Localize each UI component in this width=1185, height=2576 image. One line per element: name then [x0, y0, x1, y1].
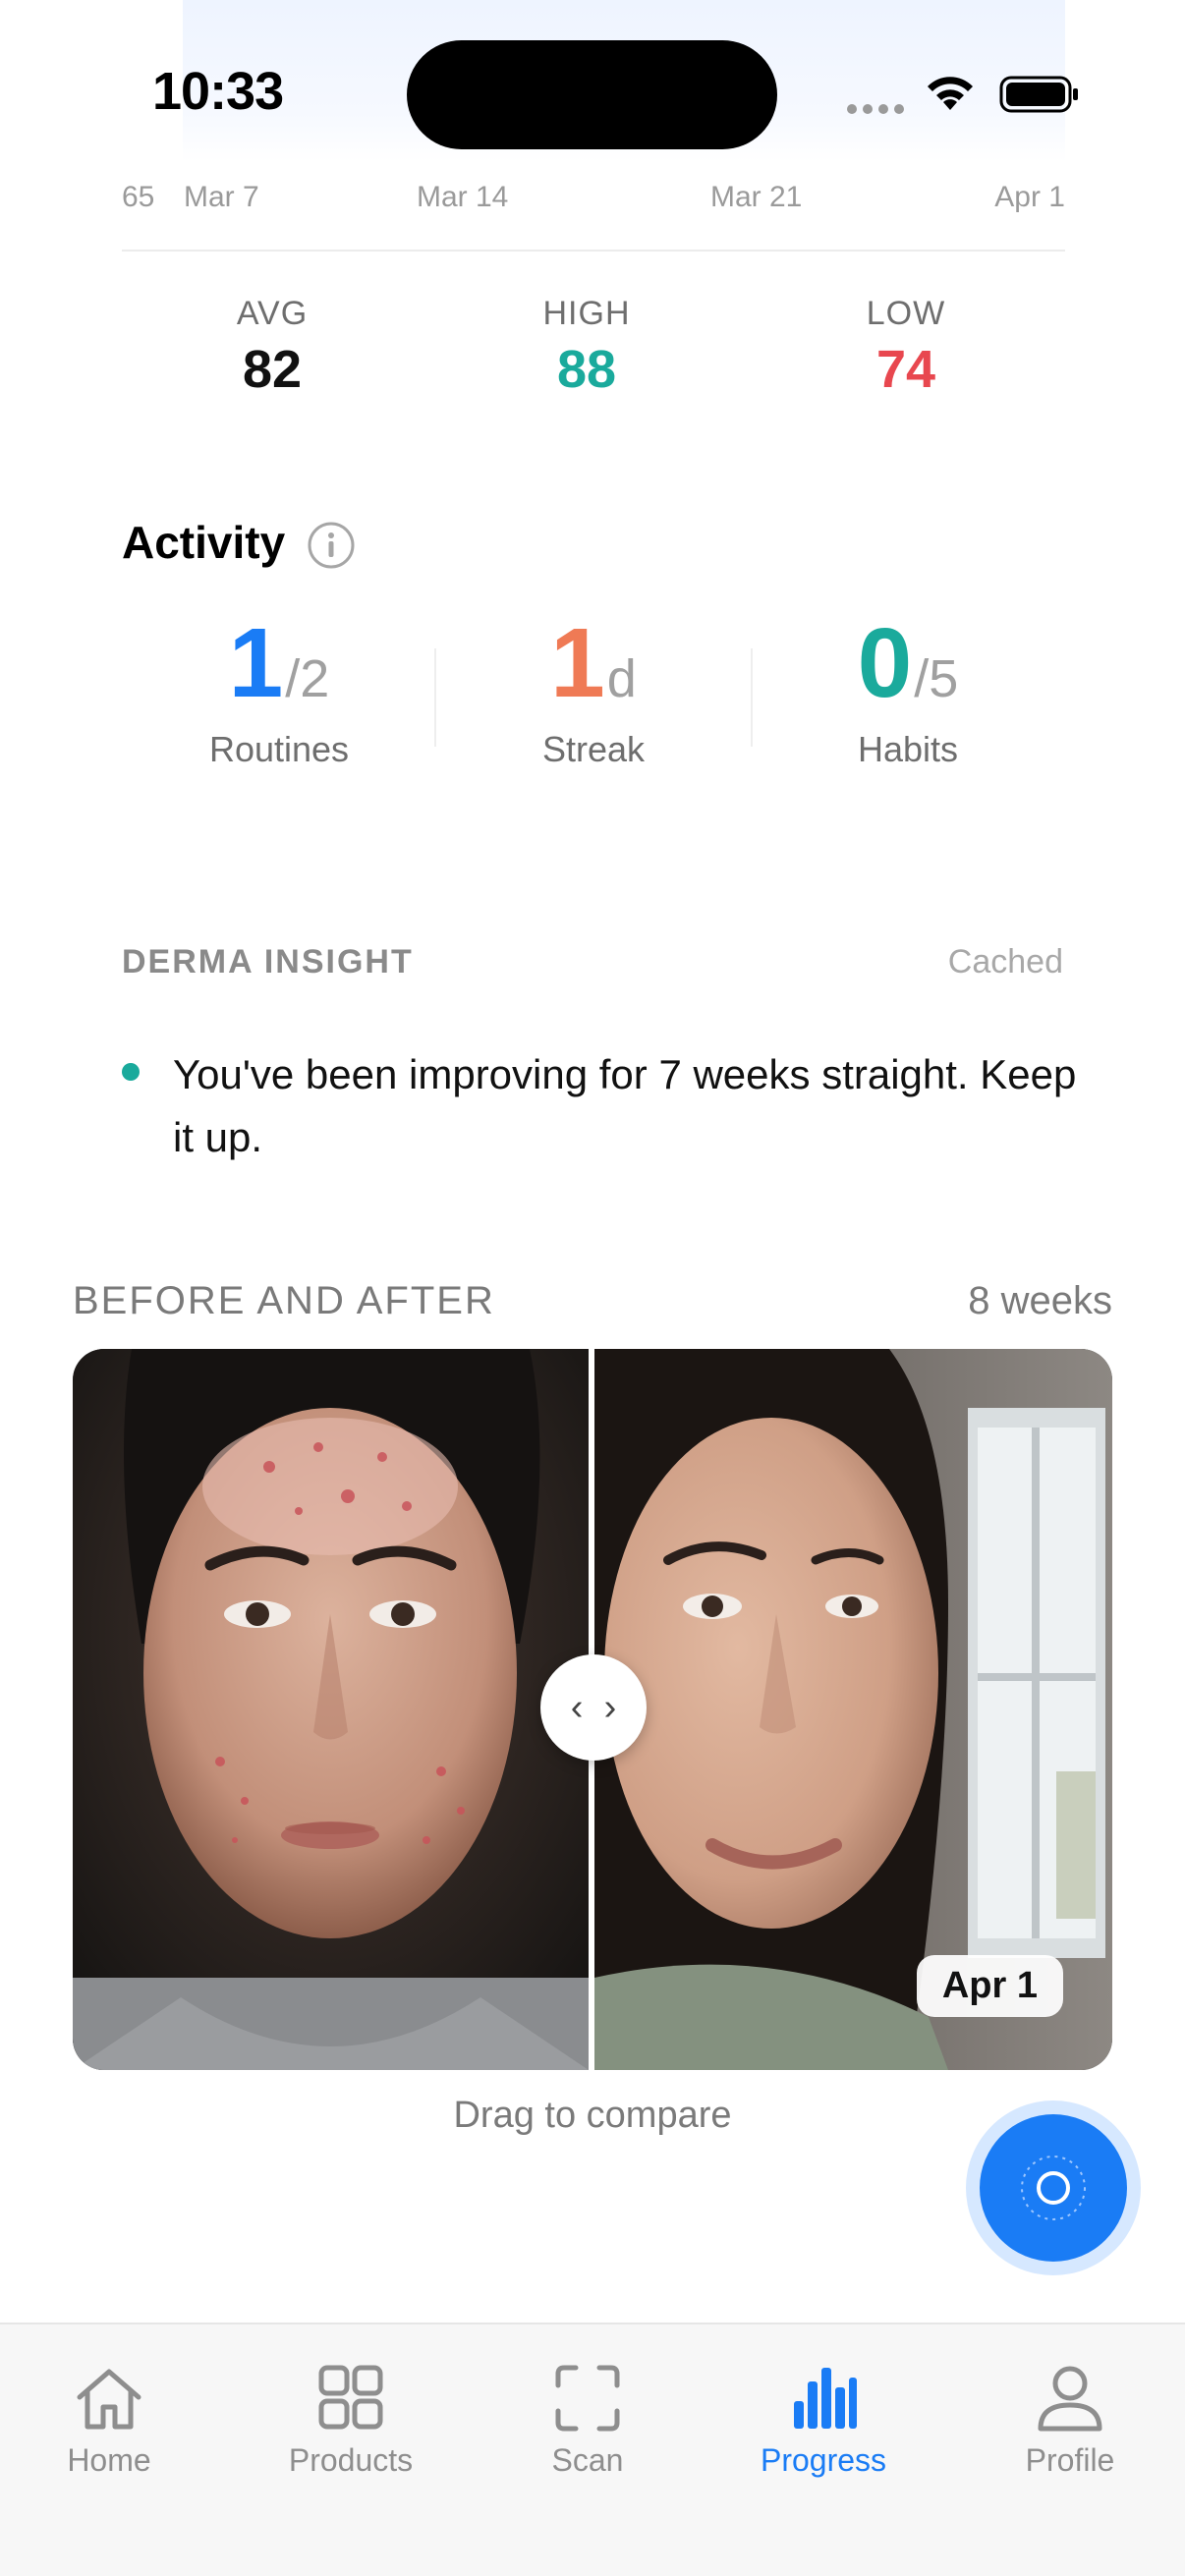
stat-low: LOW 74: [808, 295, 1004, 400]
tab-profile[interactable]: Profile: [972, 2364, 1168, 2479]
scan-icon: [555, 2365, 620, 2432]
metric-suffix: /2: [285, 649, 330, 708]
insight-status: Cached: [947, 943, 1063, 980]
insight-heading: DERMA INSIGHT: [122, 943, 414, 980]
chart-x-tick: Mar 21: [710, 181, 803, 213]
chevron-left-icon: ‹: [570, 1686, 584, 1728]
metric-value: 1: [550, 608, 605, 718]
chart-y-tick: 65: [122, 181, 155, 213]
metric-habits: 0/5 Habits: [751, 609, 1065, 770]
status-time: 10:33: [152, 62, 284, 121]
info-icon[interactable]: [307, 521, 356, 570]
metric-value: 0: [857, 608, 913, 718]
metric-value: 1: [228, 608, 284, 718]
activity-title: Activity: [122, 517, 286, 568]
metric-label: Streak: [541, 729, 646, 769]
before-photo: [73, 1349, 589, 2070]
metric-suffix: d: [606, 649, 637, 708]
metric-routines: 1/2 Routines: [122, 609, 436, 770]
person-icon: [1038, 2366, 1102, 2432]
before-after-compare[interactable]: ‹ › Apr 1: [73, 1349, 1112, 2070]
after-date-badge: Apr 1: [916, 1955, 1063, 2017]
bar-chart-icon: [794, 2368, 857, 2429]
tab-progress[interactable]: Progress: [725, 2364, 922, 2479]
tab-products[interactable]: Products: [253, 2364, 449, 2479]
score-chart-axis: 65 Mar 7 Mar 14 Mar 21 Apr 1: [122, 173, 1065, 252]
metric-label: Habits: [857, 729, 959, 769]
metric-streak: 1d Streak: [436, 609, 751, 770]
activity-metrics: 1/2 Routines 1d Streak 0/5 Habits: [122, 609, 1065, 796]
stat-value: 88: [556, 340, 617, 399]
stat-value: 82: [242, 340, 303, 399]
tab-label: Products: [288, 2442, 414, 2478]
status-bar: 10:33: [0, 0, 1185, 162]
stat-label: AVG: [236, 295, 309, 332]
tab-label: Progress: [760, 2442, 887, 2478]
stat-high: HIGH 88: [488, 295, 685, 400]
tab-scan[interactable]: Scan: [489, 2364, 686, 2479]
tab-bar: Home Products Scan Progress Profile: [0, 2323, 1185, 2576]
metric-suffix: /5: [914, 649, 959, 708]
home-icon: [77, 2369, 141, 2430]
chevron-right-icon: ›: [603, 1686, 617, 1728]
insight-text: You've been improving for 7 weeks straig…: [173, 1051, 1077, 1160]
metric-label: Routines: [208, 729, 350, 769]
before-after-heading: BEFORE AND AFTER: [73, 1279, 495, 1322]
before-after-duration: 8 weeks: [968, 1279, 1112, 1322]
insight-bullet: [122, 1063, 140, 1081]
battery-icon: [999, 76, 1078, 113]
chart-x-tick: Mar 14: [417, 181, 509, 213]
stat-value: 74: [875, 340, 936, 399]
tab-home[interactable]: Home: [11, 2364, 207, 2479]
tab-label: Home: [67, 2442, 151, 2478]
wifi-icon: [928, 77, 973, 110]
assistant-orb-icon: [1021, 2156, 1086, 2220]
assistant-fab-button[interactable]: [980, 2114, 1127, 2262]
tab-label: Scan: [551, 2442, 624, 2478]
stat-avg: AVG 82: [174, 295, 370, 400]
score-stats: AVG 82 HIGH 88 LOW 74: [122, 295, 1065, 413]
grid-icon: [318, 2365, 383, 2430]
chart-x-tick: Mar 7: [184, 181, 259, 213]
compare-handle[interactable]: ‹ ›: [540, 1654, 647, 1761]
dynamic-island: [407, 40, 777, 149]
tab-label: Profile: [1025, 2442, 1115, 2478]
cellular-signal-icon: [847, 104, 904, 114]
chart-x-tick: Apr 1: [994, 181, 1065, 213]
stat-label: HIGH: [542, 295, 631, 332]
stat-label: LOW: [866, 295, 946, 332]
